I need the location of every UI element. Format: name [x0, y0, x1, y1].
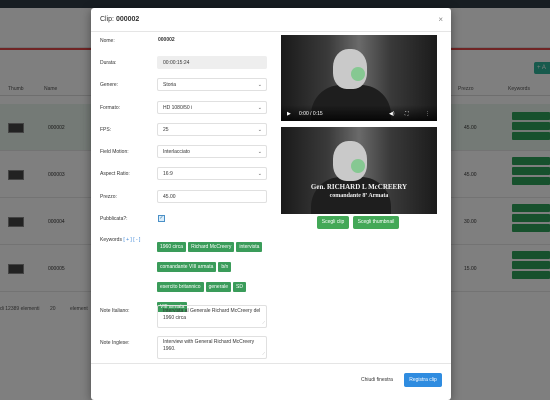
formato-value: HD 1080/50 i: [163, 105, 193, 111]
keyword-tag[interactable]: SD: [233, 282, 246, 292]
formato-select[interactable]: HD 1080/50 i ⌄: [157, 101, 267, 114]
more-options-icon[interactable]: ⋮: [425, 111, 430, 117]
thumbnail-highlight: [351, 159, 365, 173]
save-clip-button[interactable]: Registra clip: [404, 373, 442, 387]
clip-modal: Clip: 000002 × Nome: 000002 Durata: 00:0…: [91, 8, 451, 400]
keyword-tag[interactable]: generale: [205, 282, 232, 292]
thumbnail-caption-name: Gen. RICHARD L McCREERY: [310, 183, 408, 191]
close-icon[interactable]: ×: [438, 15, 443, 24]
nome-value: 000002: [158, 37, 175, 43]
note-italiano-label: Note Italiano:: [100, 308, 130, 314]
modal-title: Clip: 000002: [100, 16, 140, 23]
durata-label: Durata:: [100, 60, 117, 66]
chevron-down-icon: ⌄: [257, 171, 262, 177]
keywords-label: Keywords [ + ] [ - ]: [100, 237, 140, 243]
pubblicata-checkbox[interactable]: ✓: [158, 215, 165, 222]
note-italiano-textarea[interactable]: Intervista al Generale Richard McCreery …: [157, 305, 267, 328]
chevron-down-icon: ⌄: [257, 149, 262, 155]
prezzo-input[interactable]: 45.00: [157, 190, 267, 203]
aspect-ratio-select[interactable]: 16:9 ⌄: [157, 167, 267, 180]
modal-header: Clip: 000002 ×: [91, 8, 451, 32]
chevron-down-icon: ⌄: [257, 127, 262, 133]
keyword-tag[interactable]: comandante VIII armata: [157, 262, 217, 272]
note-italiano-text: Intervista al Generale Richard McCreery …: [163, 308, 261, 321]
note-inglese-text: Interview with General Richard McCreery …: [163, 339, 255, 352]
keywords-label-text: Keywords: [100, 237, 122, 243]
volume-icon[interactable]: ◀): [389, 111, 395, 117]
video-time: 0:00 / 0:15: [299, 111, 323, 117]
fps-value: 25: [163, 127, 169, 133]
genere-label: Genere:: [100, 82, 119, 88]
field-motion-select[interactable]: Interlacciato ⌄: [157, 145, 267, 158]
choose-thumbnail-button[interactable]: Scegli thumbnail: [353, 216, 399, 229]
close-window-button[interactable]: Chiudi finestra: [361, 377, 393, 383]
video-highlight: [351, 67, 365, 81]
nome-label: Nome:: [100, 38, 115, 44]
keyword-tag[interactable]: Richard McCreery: [188, 242, 235, 252]
field-motion-label: Field Motion:: [100, 149, 129, 155]
keywords-add-remove-links[interactable]: [ + ] [ - ]: [123, 237, 140, 243]
chevron-down-icon: ⌄: [257, 82, 262, 88]
formato-label: Formato:: [100, 105, 121, 111]
fps-select[interactable]: 25 ⌄: [157, 123, 267, 136]
keyword-tag[interactable]: intervista: [236, 242, 263, 252]
chevron-down-icon: ⌄: [257, 105, 262, 111]
note-inglese-textarea[interactable]: Interview with General Richard McCreery …: [157, 336, 267, 359]
video-controls: ▶ 0:00 / 0:15 ◀) ⛶ ⋮: [281, 105, 437, 121]
field-motion-value: Interlacciato: [163, 149, 190, 155]
genere-select[interactable]: Storia ⌄: [157, 78, 267, 91]
keyword-tag[interactable]: 1960 circa: [157, 242, 187, 252]
pubblicata-label: Pubblicata?:: [100, 216, 128, 222]
aspect-ratio-label: Aspect Ratio:: [100, 171, 130, 177]
keyword-tag[interactable]: esercito britannico: [157, 282, 204, 292]
fps-label: FPS:: [100, 127, 112, 133]
note-inglese-label: Note Inglese:: [100, 340, 130, 346]
thumbnail-caption-role: comandante 8ª Armata: [329, 193, 389, 199]
aspect-ratio-value: 16:9: [163, 171, 173, 177]
video-player[interactable]: ▶ 0:00 / 0:15 ◀) ⛶ ⋮: [281, 35, 437, 121]
genere-value: Storia: [163, 82, 177, 88]
prezzo-label: Prezzo:: [100, 194, 117, 200]
play-icon[interactable]: ▶: [287, 111, 291, 117]
keyword-tags: 1960 circa Richard McCreery intervista coma…: [157, 235, 269, 315]
resize-handle-icon[interactable]: ⟋: [262, 350, 265, 357]
resize-handle-icon[interactable]: ⟋: [262, 319, 265, 326]
thumbnail-preview: Gen. RICHARD L McCREERY comandante 8ª Ar…: [281, 127, 437, 214]
keyword-tag[interactable]: b/n: [218, 262, 232, 272]
fullscreen-icon[interactable]: ⛶: [405, 111, 409, 117]
durata-field: 00:00:15:24: [157, 56, 267, 69]
modal-footer: Chiudi finestra Registra clip: [91, 363, 451, 400]
choose-clip-button[interactable]: Scegli clip: [317, 216, 349, 229]
